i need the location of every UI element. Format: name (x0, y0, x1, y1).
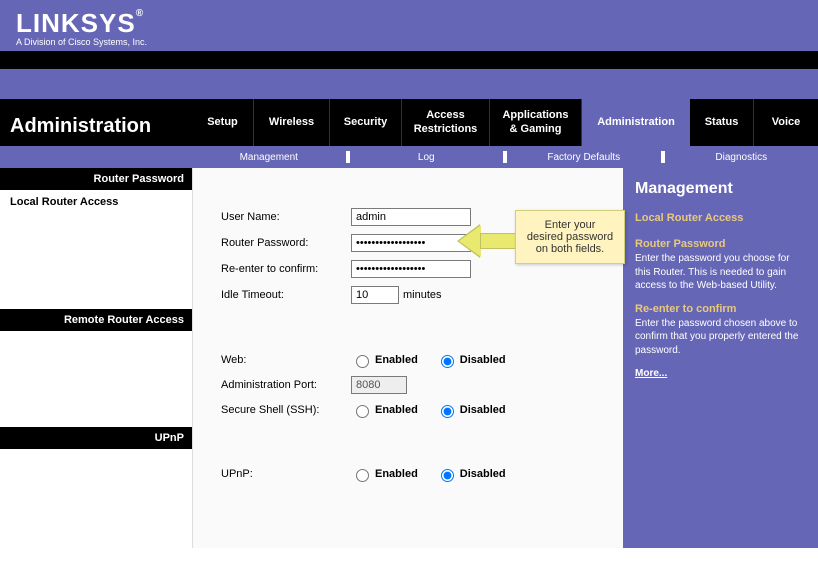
confirm-password-label: Re-enter to confirm: (221, 263, 351, 275)
upnp-enabled-option[interactable]: Enabled (351, 466, 418, 482)
header: LINKSYS® A Division of Cisco Systems, In… (0, 0, 818, 51)
page-title: Administration (0, 99, 192, 146)
username-label: User Name: (221, 211, 351, 223)
help-heading-reenter: Re-enter to confirm (635, 303, 806, 315)
tab-voice[interactable]: Voice (754, 99, 818, 146)
row-admin-port: Administration Port: (221, 376, 607, 394)
subnav-management[interactable]: Management (192, 152, 346, 163)
ssh-disabled-radio[interactable] (441, 405, 454, 418)
row-ssh: Secure Shell (SSH): Enabled Disabled (221, 402, 607, 418)
help-heading-local-access: Local Router Access (635, 212, 806, 224)
ssh-enabled-radio[interactable] (356, 405, 369, 418)
tab-applications-gaming[interactable]: Applications & Gaming (490, 99, 582, 146)
help-panel: Management Local Router Access Router Pa… (623, 168, 818, 548)
subnav-factory-defaults[interactable]: Factory Defaults (507, 152, 661, 163)
ssh-disabled-option[interactable]: Disabled (436, 402, 506, 418)
idle-timeout-input[interactable] (351, 286, 399, 304)
brand-logo: LINKSYS® (16, 8, 802, 39)
upnp-disabled-option[interactable]: Disabled (436, 466, 506, 482)
web-disabled-radio[interactable] (441, 355, 454, 368)
idle-timeout-unit: minutes (403, 289, 442, 301)
idle-timeout-label: Idle Timeout: (221, 289, 351, 301)
callout-text: Enter your desired password on both fiel… (527, 219, 613, 255)
upnp-enabled-radio[interactable] (356, 469, 369, 482)
row-idle-timeout: Idle Timeout: minutes (221, 286, 607, 304)
upnp-label: UPnP: (221, 468, 351, 480)
nav-row: Administration Setup Wireless Security A… (0, 99, 818, 146)
tab-wireless[interactable]: Wireless (254, 99, 330, 146)
ssh-radio-group: Enabled Disabled (351, 402, 506, 418)
main: Router Password Local Router Access Remo… (0, 168, 818, 548)
tab-security[interactable]: Security (330, 99, 402, 146)
ssh-label: Secure Shell (SSH): (221, 404, 351, 416)
subnav: Management Log Factory Defaults Diagnost… (0, 146, 818, 168)
help-more-link[interactable]: More... (635, 368, 667, 379)
subnav-diagnostics[interactable]: Diagnostics (665, 152, 818, 163)
section-router-password: Router Password (0, 168, 192, 190)
brand-suffix: ® (136, 8, 144, 19)
admin-port-input (351, 376, 407, 394)
web-enabled-radio[interactable] (356, 355, 369, 368)
help-heading-router-password: Router Password (635, 238, 806, 250)
section-upnp: UPnP (0, 427, 192, 449)
section-remote-router-access: Remote Router Access (0, 309, 192, 331)
username-input[interactable] (351, 208, 471, 226)
arrow-body (480, 233, 516, 249)
arrow-icon (459, 225, 481, 257)
row-web: Web: Enabled Disabled (221, 352, 607, 368)
web-label: Web: (221, 354, 351, 366)
black-strip (0, 51, 818, 69)
web-radio-group: Enabled Disabled (351, 352, 506, 368)
left-column: Router Password Local Router Access Remo… (0, 168, 192, 548)
web-enabled-option[interactable]: Enabled (351, 352, 418, 368)
help-title: Management (635, 180, 806, 198)
tab-administration[interactable]: Administration (582, 99, 690, 146)
help-text-reenter: Enter the password chosen above to confi… (635, 317, 806, 358)
tab-status[interactable]: Status (690, 99, 754, 146)
upnp-radio-group: Enabled Disabled (351, 466, 506, 482)
helper-callout: Enter your desired password on both fiel… (515, 210, 625, 264)
router-password-input[interactable] (351, 234, 471, 252)
spacer-top (0, 69, 818, 99)
form-area: User Name: Router Password: Re-enter to … (192, 168, 623, 548)
spacer (0, 331, 192, 427)
brand-subtitle: A Division of Cisco Systems, Inc. (16, 37, 802, 47)
tab-access-restrictions[interactable]: Access Restrictions (402, 99, 490, 146)
tab-setup[interactable]: Setup (192, 99, 254, 146)
section-local-router-access: Local Router Access (0, 190, 192, 214)
ssh-enabled-option[interactable]: Enabled (351, 402, 418, 418)
admin-port-label: Administration Port: (221, 379, 351, 391)
brand-text: LINKSYS (16, 8, 136, 38)
upnp-disabled-radio[interactable] (441, 469, 454, 482)
help-text-router-password: Enter the password you choose for this R… (635, 252, 806, 293)
subnav-log[interactable]: Log (350, 152, 504, 163)
router-password-label: Router Password: (221, 237, 351, 249)
web-disabled-option[interactable]: Disabled (436, 352, 506, 368)
nav-tabs: Setup Wireless Security Access Restricti… (192, 99, 818, 146)
row-upnp: UPnP: Enabled Disabled (221, 466, 607, 482)
spacer (0, 214, 192, 309)
confirm-password-input[interactable] (351, 260, 471, 278)
